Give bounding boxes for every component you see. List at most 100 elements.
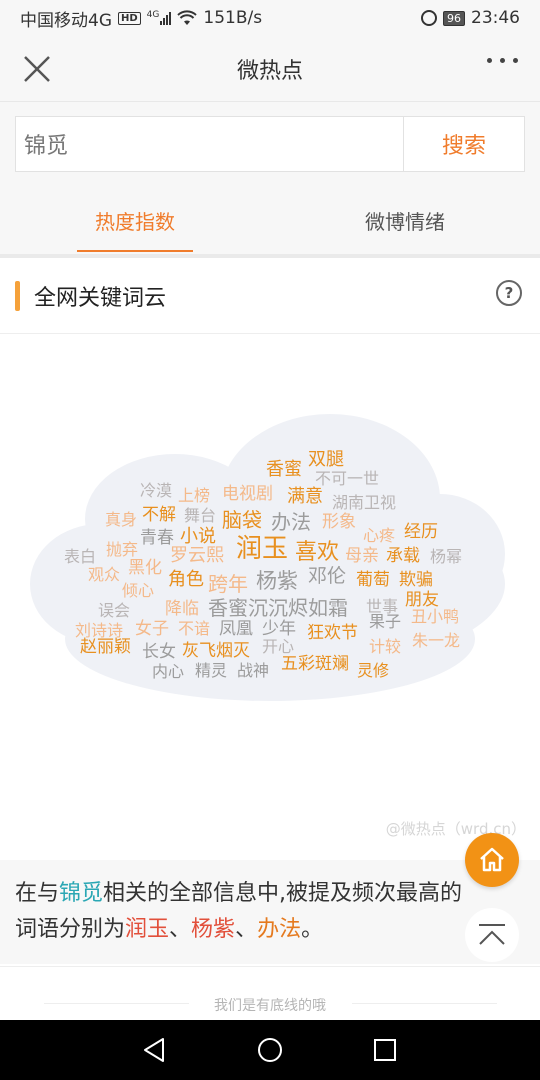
tab-heat-index[interactable]: 热度指数: [0, 186, 270, 254]
cloud-word: 表白: [64, 547, 97, 566]
nav-bar: 微热点: [0, 36, 540, 102]
close-icon[interactable]: [18, 50, 56, 88]
summary-text: 在与锦觅相关的全部信息中,被提及频次最高的词语分别为润玉、杨紫、办法。: [0, 860, 540, 964]
back-icon[interactable]: [139, 1035, 169, 1065]
network-type-label: 4G: [146, 10, 160, 20]
network-speed: 151B/s: [203, 8, 263, 28]
search-area: 锦觅 搜索: [0, 102, 540, 186]
cloud-word: 冷漠: [140, 481, 173, 500]
cloud-word: 内心: [152, 662, 185, 681]
cloud-word: 罗云熙: [170, 545, 224, 566]
cloud-word: 丑小鸭: [411, 607, 460, 626]
status-bar: 中国移动4G HD 4G 151B/s 96 23:46: [0, 0, 540, 36]
android-nav-bar: [0, 1020, 540, 1080]
cloud-word: 小说: [180, 526, 216, 547]
cloud-word: 不可一世: [315, 469, 380, 488]
battery-icon: 96: [443, 10, 465, 26]
cloud-word: 长女: [142, 642, 176, 662]
recents-icon[interactable]: [370, 1035, 400, 1065]
cloud-word: 朱一龙: [412, 631, 461, 650]
cloud-word: 电视剧: [222, 484, 273, 504]
chevron-up-icon: [479, 924, 505, 945]
alarm-icon: [421, 10, 437, 26]
section-header: 全网关键词云 ?: [0, 258, 540, 334]
cloud-word: 误会: [98, 601, 131, 620]
cloud-word: 母亲: [345, 546, 379, 566]
carrier-label: 中国移动4G: [20, 10, 112, 31]
cloud-word: 办法: [271, 510, 311, 534]
section-title: 全网关键词云: [34, 285, 167, 311]
cloud-word: 葡萄: [356, 570, 390, 590]
cloud-word: 凤凰: [219, 619, 253, 639]
summary-word-2: 杨紫: [191, 917, 236, 942]
search-input[interactable]: 锦觅: [16, 117, 404, 171]
home-icon: [480, 847, 504, 872]
cloud-word: 脑袋: [222, 508, 262, 532]
cloud-word: 喜欢: [295, 540, 340, 565]
clock: 23:46: [471, 8, 520, 28]
search-box: 锦觅 搜索: [15, 116, 525, 172]
cloud-word: 战神: [237, 661, 270, 680]
cloud-word: 邓伦: [308, 565, 347, 587]
signal-icon: 4G: [147, 11, 172, 25]
tab-bar: 热度指数 微博情绪: [0, 186, 540, 254]
cloud-word: 湖南卫视: [332, 493, 397, 512]
cloud-word: 倾心: [122, 581, 155, 600]
cloud-word: 观众: [88, 565, 121, 584]
back-to-top-button[interactable]: [465, 908, 519, 962]
summary-word-3: 办法: [257, 917, 302, 942]
cloud-word: 灵修: [357, 661, 390, 680]
status-left: 中国移动4G HD 4G 151B/s: [20, 6, 262, 31]
cloud-word: 双腿: [308, 449, 344, 470]
cloud-word: 润玉: [236, 534, 289, 564]
cloud-word: 不谙: [178, 619, 211, 638]
footer-text: 我们是有底线的哦: [214, 998, 326, 1014]
cloud-word: 经历: [404, 522, 438, 542]
cloud-word: 跨年: [208, 572, 248, 596]
cloud-word: 计较: [369, 637, 402, 656]
summary-word-1: 润玉: [125, 917, 170, 942]
summary-keyword: 锦觅: [59, 881, 104, 906]
hd-badge: HD: [118, 11, 141, 25]
cloud-word: 开心: [262, 637, 295, 656]
cloud-word: 狂欢节: [307, 623, 358, 643]
home-circle-icon[interactable]: [255, 1035, 285, 1065]
more-icon[interactable]: [487, 58, 518, 63]
tab-weibo-emotion[interactable]: 微博情绪: [270, 186, 540, 254]
cloud-word: 五彩斑斓: [281, 654, 349, 674]
search-button[interactable]: 搜索: [404, 117, 524, 171]
cloud-word: 精灵: [195, 661, 228, 680]
cloud-word: 抛弃: [106, 540, 139, 559]
summary-prefix: 在与: [15, 881, 60, 906]
cloud-word: 舞台: [184, 506, 217, 525]
cloud-word: 少年: [262, 619, 296, 639]
cloud-word: 降临: [165, 599, 199, 619]
summary-sep-1: 、: [169, 917, 192, 942]
cloud-word: 真身: [105, 510, 138, 529]
cloud-word: 黑化: [128, 558, 162, 578]
cloud-word: 青春: [140, 528, 174, 548]
cloud-word: 杨紫: [256, 569, 298, 593]
cloud-word: 角色: [168, 569, 204, 590]
summary-end: 。: [301, 917, 324, 942]
cloud-word: 果子: [369, 612, 402, 631]
cloud-word: 承载: [386, 546, 420, 566]
summary-sep-2: 、: [235, 917, 258, 942]
cloud-word: 心疼: [363, 526, 396, 545]
cloud-word: 香蜜: [266, 459, 302, 480]
page-title: 微热点: [236, 58, 303, 84]
cloud-word: 赵丽颖: [80, 637, 131, 657]
cloud-word: 欺骗: [399, 570, 433, 590]
help-icon[interactable]: ?: [496, 280, 522, 306]
cloud-word: 形象: [322, 512, 356, 532]
cloud-word: 上榜: [178, 486, 211, 505]
cloud-word: 女子: [135, 619, 169, 639]
status-right: 96 23:46: [421, 8, 520, 28]
word-cloud: 双腿 香蜜 不可一世冷漠 上榜 电视剧 满意 湖南卫视真身 不解 舞台 脑袋 办法 形象 心疼 经历 青春小…: [0, 334, 540, 859]
section-accent-bar: [15, 280, 20, 311]
home-button[interactable]: [465, 833, 519, 887]
cloud-word: 不解: [142, 505, 176, 525]
footer: 我们是有底线的哦: [0, 966, 540, 1020]
cloud-word: 满意: [287, 486, 323, 507]
wifi-icon: [177, 10, 198, 25]
